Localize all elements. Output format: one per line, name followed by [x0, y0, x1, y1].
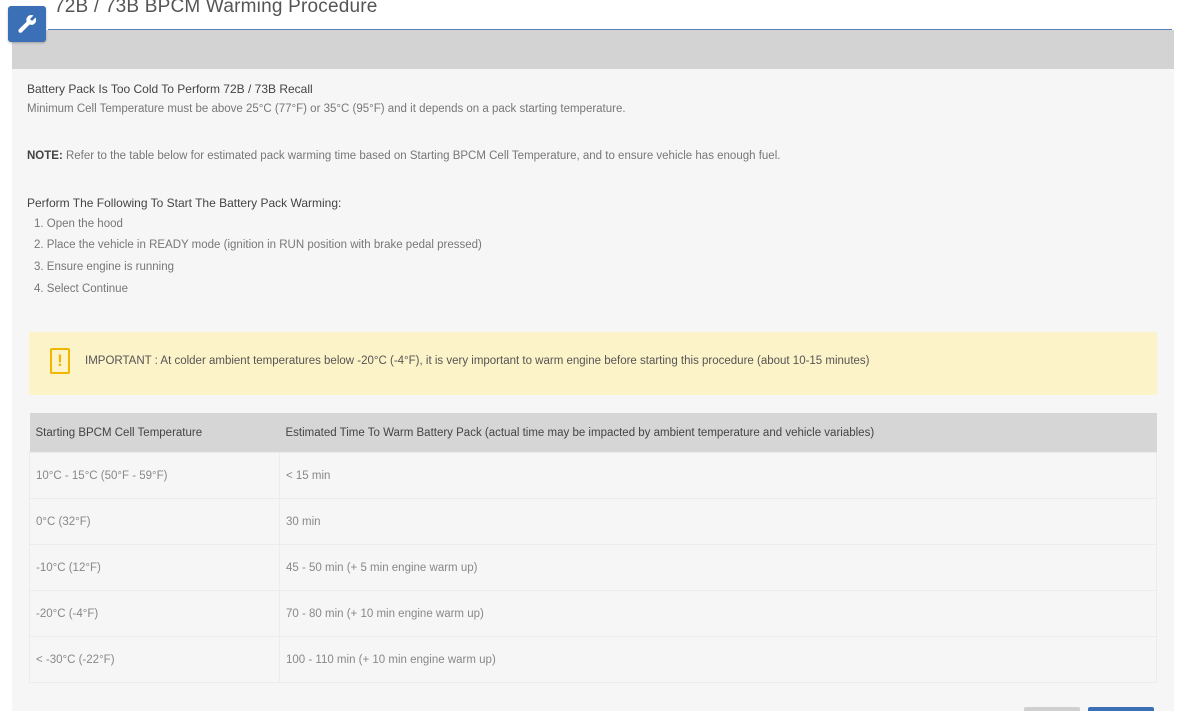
column-header-temperature: Starting BPCM Cell Temperature — [29, 413, 280, 453]
time-cell: 30 min — [279, 498, 1157, 545]
table-row: 10°C - 15°C (50°F - 59°F) < 15 min — [29, 452, 1157, 499]
time-cell: 70 - 80 min (+ 10 min engine warm up) — [279, 590, 1157, 637]
continue-button[interactable] — [1088, 707, 1154, 711]
wrench-icon — [8, 6, 46, 42]
note-text: Refer to the table below for estimated p… — [65, 150, 781, 162]
table-row: < -30°C (-22°F) 100 - 110 min (+ 10 min … — [29, 636, 1157, 683]
table-row: -20°C (-4°F) 70 - 80 min (+ 10 min engin… — [29, 590, 1157, 637]
table-header-row: Starting BPCM Cell Temperature Estimated… — [29, 413, 1157, 453]
note-label: NOTE: — [27, 150, 63, 162]
warning-icon: ! — [50, 348, 70, 374]
time-cell: 100 - 110 min (+ 10 min engine warm up) — [279, 636, 1157, 683]
important-text: IMPORTANT : At colder ambient temperatur… — [85, 355, 870, 367]
table-row: 0°C (32°F) 30 min — [29, 498, 1157, 545]
step-item: 3. Ensure engine is running — [34, 261, 175, 273]
min-temperature-text: Minimum Cell Temperature must be above 2… — [27, 103, 626, 115]
temperature-cell: 0°C (32°F) — [29, 498, 280, 545]
header-band — [12, 30, 1174, 69]
cold-pack-heading: Battery Pack Is Too Cold To Perform 72B … — [27, 82, 313, 96]
step-item: 4. Select Continue — [34, 283, 128, 295]
temperature-cell: < -30°C (-22°F) — [29, 636, 280, 683]
column-header-time: Estimated Time To Warm Battery Pack (act… — [279, 413, 1157, 453]
steps-heading: Perform The Following To Start The Batte… — [27, 196, 342, 210]
table-row: -10°C (12°F) 45 - 50 min (+ 5 min engine… — [29, 544, 1157, 591]
warming-time-table: Starting BPCM Cell Temperature Estimated… — [29, 413, 1157, 683]
temperature-cell: -10°C (12°F) — [29, 544, 280, 591]
temperature-cell: -20°C (-4°F) — [29, 590, 280, 637]
back-button[interactable] — [1024, 707, 1080, 711]
time-cell: < 15 min — [279, 452, 1157, 499]
step-item: 2. Place the vehicle in READY mode (igni… — [34, 239, 482, 251]
step-item: 1. Open the hood — [34, 218, 123, 230]
window-title: 72B / 73B BPCM Warming Procedure — [54, 0, 378, 17]
title-bar: 72B / 73B BPCM Warming Procedure — [0, 0, 1184, 30]
temperature-cell: 10°C - 15°C (50°F - 59°F) — [29, 452, 280, 499]
time-cell: 45 - 50 min (+ 5 min engine warm up) — [279, 544, 1157, 591]
note-line: NOTE: Refer to the table below for estim… — [27, 150, 780, 162]
